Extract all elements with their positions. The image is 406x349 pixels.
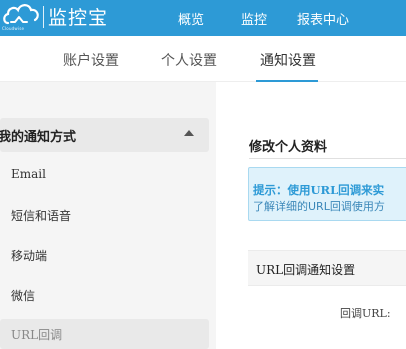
logo-small-text: Cloudwise [2, 26, 25, 31]
tab-notification-settings[interactable]: 通知设置 [260, 50, 316, 70]
collapse-arrow-icon[interactable] [184, 130, 194, 136]
nav-item-overview[interactable]: 概览 [178, 9, 204, 28]
brand-name: 监控宝 [48, 7, 109, 29]
logo-divider [43, 6, 44, 28]
sidebar-item-email[interactable]: Email [0, 160, 209, 190]
tab-account-settings[interactable]: 账户设置 [63, 50, 119, 70]
sidebar-item-mobile[interactable]: 移动端 [0, 240, 209, 270]
url-callback-settings-row: URL回调通知设置 [248, 250, 406, 286]
section-divider [249, 158, 406, 159]
nav-item-report-center[interactable]: 报表中心 [297, 9, 349, 28]
url-callback-settings-label: URL回调通知设置 [256, 263, 356, 277]
logo[interactable]: Cloudwise [2, 1, 42, 35]
top-navigation-bar: Cloudwise 监控宝 概览 监控 报表中心 [0, 0, 406, 36]
sidebar-group-header[interactable]: 我的通知方式 [0, 118, 209, 152]
sidebar-item-url-callback[interactable]: URL回调 [0, 319, 209, 349]
callback-url-label: 回调URL: [340, 307, 391, 320]
settings-tabs: 账户设置 个人设置 通知设置 [0, 36, 406, 82]
sidebar-item-label: 移动端 [11, 249, 48, 263]
section-title: 修改个人资料 [249, 140, 328, 155]
tip-description-link[interactable]: 了解详细的URL回调使用方 [253, 198, 385, 214]
sidebar-item-label: Email [11, 167, 46, 181]
main-content: 修改个人资料 提示：使用URL回调来实 了解详细的URL回调使用方 URL回调通… [216, 82, 406, 349]
sidebar-group-title: 我的通知方式 [0, 130, 77, 145]
cloud-logo-icon [3, 4, 39, 25]
sidebar-item-label: 短信和语音 [11, 209, 72, 223]
tip-alert: 提示：使用URL回调来实 了解详细的URL回调使用方 [248, 167, 406, 221]
sidebar-item-wechat[interactable]: 微信 [0, 280, 209, 310]
tab-personal-settings[interactable]: 个人设置 [161, 50, 217, 70]
tip-title: 提示：使用URL回调来实 [253, 183, 385, 197]
nav-item-monitor[interactable]: 监控 [241, 9, 267, 28]
sidebar-item-sms-voice[interactable]: 短信和语音 [0, 200, 209, 230]
sidebar-item-label: 微信 [11, 289, 36, 303]
sidebar-item-label: URL回调 [11, 328, 63, 342]
sidebar: 我的通知方式 Email 短信和语音 移动端 微信 URL回调 [0, 82, 216, 349]
